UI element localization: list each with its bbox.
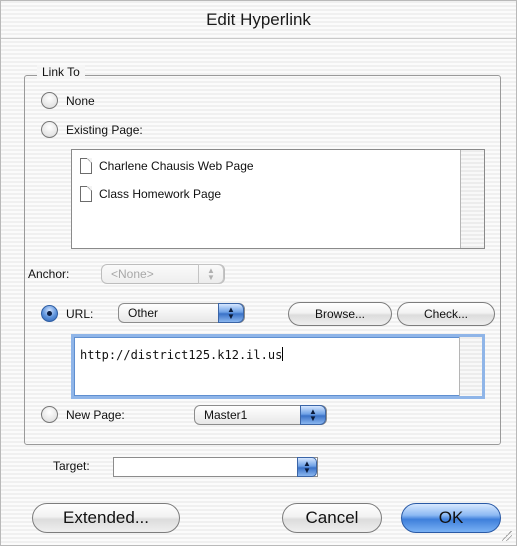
anchor-label: Anchor:	[28, 267, 70, 281]
template-popup[interactable]: Master1 ▲ ▼	[194, 405, 327, 425]
dialog-title: Edit Hyperlink	[1, 1, 516, 39]
new-page-label: New Page:	[66, 407, 125, 422]
existing-page-option[interactable]: Existing Page:	[41, 121, 143, 138]
target-label: Target:	[53, 459, 90, 473]
up-down-arrows-icon: ▲ ▼	[218, 303, 244, 323]
text-caret	[282, 347, 284, 361]
none-option[interactable]: None	[41, 92, 95, 109]
new-page-option[interactable]: New Page:	[41, 406, 125, 423]
url-scrollbar[interactable]	[459, 337, 482, 396]
list-item[interactable]: Class Homework Page	[80, 186, 221, 202]
edit-hyperlink-dialog: Edit Hyperlink Link To None Existing Pag…	[0, 0, 517, 546]
existing-pages-list[interactable]: Charlene Chausis Web Page Class Homework…	[71, 149, 485, 249]
page-name: Charlene Chausis Web Page	[99, 159, 254, 173]
existing-page-label: Existing Page:	[66, 122, 143, 137]
check-button[interactable]: Check...	[397, 302, 495, 326]
url-text: http://district125.k12.il.us	[80, 348, 283, 362]
anchor-popup[interactable]: <None> ▲ ▼	[101, 264, 225, 284]
browse-button[interactable]: Browse...	[288, 302, 392, 326]
none-radio[interactable]	[41, 92, 58, 109]
new-page-radio[interactable]	[41, 406, 58, 423]
url-option[interactable]: URL:	[41, 305, 93, 322]
url-radio[interactable]	[41, 305, 58, 322]
ok-button[interactable]: OK	[401, 503, 501, 533]
url-type-value: Other	[128, 306, 159, 320]
up-down-arrows-icon: ▲ ▼	[300, 405, 326, 425]
document-icon	[80, 186, 92, 202]
template-value: Master1	[204, 408, 248, 422]
resize-grip-icon[interactable]	[502, 531, 512, 541]
anchor-value: <None>	[111, 267, 154, 281]
link-to-legend: Link To	[37, 65, 85, 79]
cancel-button[interactable]: Cancel	[282, 503, 382, 533]
url-field[interactable]: http://district125.k12.il.us	[71, 334, 485, 399]
up-down-arrows-icon: ▲ ▼	[297, 457, 317, 477]
url-label: URL:	[66, 306, 94, 321]
target-combo[interactable]: ▲ ▼	[113, 457, 318, 477]
none-label: None	[66, 93, 95, 108]
extended-button[interactable]: Extended...	[32, 503, 180, 533]
list-item[interactable]: Charlene Chausis Web Page	[80, 158, 254, 174]
page-name: Class Homework Page	[99, 187, 222, 201]
existing-page-radio[interactable]	[41, 121, 58, 138]
list-scrollbar[interactable]	[460, 150, 484, 248]
url-type-popup[interactable]: Other ▲ ▼	[118, 303, 245, 323]
document-icon	[80, 158, 92, 174]
up-down-arrows-icon: ▲ ▼	[198, 264, 224, 284]
